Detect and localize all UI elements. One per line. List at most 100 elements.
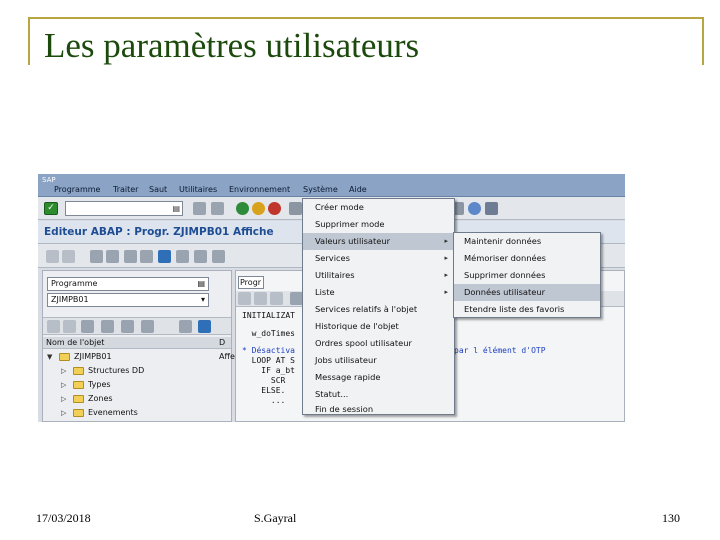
submenu-item-etendre-favoris[interactable]: Etendre liste des favoris	[454, 301, 600, 318]
menu-item-label: Historique de l'objet	[315, 321, 399, 331]
save-icon[interactable]	[193, 202, 206, 215]
menu-item-label: Fin de session	[315, 404, 374, 414]
chevron-right-icon[interactable]: ▷	[61, 409, 66, 417]
exit-icon[interactable]	[252, 202, 265, 215]
navigator-toolbar	[43, 317, 231, 335]
chevron-right-icon[interactable]: ▷	[61, 395, 66, 403]
menu-item-jobs-utilisateur[interactable]: Jobs utilisateur	[303, 352, 454, 369]
menu-item-utilitaires[interactable]: Utilitaires ▸	[303, 267, 454, 284]
menu-item-label: Supprimer mode	[315, 219, 385, 229]
help-icon[interactable]	[468, 202, 481, 215]
tree-node-label: Types	[88, 380, 111, 389]
nav-display-icon[interactable]	[101, 320, 114, 333]
back-green-icon[interactable]	[236, 202, 249, 215]
menu-environnement[interactable]: Environnement	[229, 185, 290, 194]
folder-icon	[59, 353, 70, 361]
tree-node-description: Affe	[219, 352, 235, 361]
tree-node-label: Structures DD	[88, 366, 145, 375]
nav-window-icon[interactable]	[212, 250, 225, 263]
where-used-icon[interactable]	[176, 250, 189, 263]
tree-node-types[interactable]: ▷ Types	[43, 379, 231, 393]
command-field[interactable]: ▤	[65, 201, 183, 216]
menu-programme[interactable]: Programme	[54, 185, 100, 194]
menu-item-label: Utilitaires	[315, 270, 355, 280]
nav-new-icon[interactable]	[179, 320, 192, 333]
menu-item-creer-mode[interactable]: Créer mode	[303, 199, 454, 216]
submenu-item-maintenir-donnees[interactable]: Maintenir données	[454, 233, 600, 250]
dropdown-icon[interactable]: ▤	[197, 278, 205, 290]
chevron-right-icon[interactable]: ▷	[61, 381, 66, 389]
menu-aide[interactable]: Aide	[349, 185, 367, 194]
menu-item-label: Services	[315, 253, 350, 263]
nav-up-icon[interactable]	[81, 320, 94, 333]
cancel-icon[interactable]	[268, 202, 281, 215]
code-line[interactable]: ...	[242, 396, 285, 405]
chevron-down-icon[interactable]: ▾	[201, 294, 205, 306]
sap-logo-icon: SAP	[42, 176, 56, 184]
menu-systeme[interactable]: Système	[303, 185, 338, 194]
menu-item-historique-objet[interactable]: Historique de l'objet	[303, 318, 454, 335]
test-icon[interactable]	[158, 250, 171, 263]
copy-icon[interactable]	[254, 292, 267, 305]
customize-icon[interactable]	[485, 202, 498, 215]
menu-item-valeurs-utilisateur[interactable]: Valeurs utilisateur ▸	[303, 233, 454, 250]
folder-icon	[73, 381, 84, 389]
display-change-icon[interactable]	[90, 250, 103, 263]
menu-traiter[interactable]: Traiter	[113, 185, 138, 194]
menu-item-message-rapide[interactable]: Message rapide	[303, 369, 454, 386]
submenu-arrow-icon: ▸	[444, 237, 448, 245]
code-line[interactable]: ELSE.	[242, 386, 285, 395]
nav-collapse-icon[interactable]	[141, 320, 154, 333]
menu-item-services[interactable]: Services ▸	[303, 250, 454, 267]
chevron-right-icon[interactable]: ▷	[61, 367, 66, 375]
tree-node-zones[interactable]: ▷ Zones	[43, 393, 231, 407]
prev-icon[interactable]	[46, 250, 59, 263]
cut-icon[interactable]	[238, 292, 251, 305]
menu-item-services-objet[interactable]: Services relatifs à l'objet	[303, 301, 454, 318]
code-line[interactable]: w_doTimes	[242, 329, 295, 338]
submenu-item-donnees-utilisateur[interactable]: Données utilisateur	[454, 284, 600, 301]
back-icon[interactable]	[211, 202, 224, 215]
command-history-icon[interactable]: ▤	[172, 204, 180, 213]
code-line[interactable]: SCR	[242, 376, 285, 385]
print-icon[interactable]	[289, 202, 302, 215]
object-type-select[interactable]: Programme ▤	[47, 277, 209, 291]
menu-item-supprimer-mode[interactable]: Supprimer mode	[303, 216, 454, 233]
code-line[interactable]: LOOP AT S	[242, 356, 295, 365]
folder-icon	[73, 409, 84, 417]
active-inactive-icon[interactable]	[106, 250, 119, 263]
object-name-field[interactable]: ZJIMPB01 ▾	[47, 293, 209, 307]
nav-refresh-icon[interactable]	[198, 320, 211, 333]
code-comment-continuation: par l élément d'OTP	[454, 346, 546, 355]
tree-node-label: Zones	[88, 394, 113, 403]
check-icon[interactable]	[124, 250, 137, 263]
code-line[interactable]: IF a_bt	[242, 366, 295, 375]
chevron-down-icon[interactable]: ▼	[47, 353, 52, 361]
activate-icon[interactable]	[140, 250, 153, 263]
sap-screenshot: SAP Programme Traiter Saut Utilitaires E…	[38, 174, 625, 422]
menu-item-liste[interactable]: Liste ▸	[303, 284, 454, 301]
paste-icon[interactable]	[270, 292, 283, 305]
enter-button[interactable]: ✓	[44, 202, 58, 215]
tree-node-structures[interactable]: ▷ Structures DD	[43, 365, 231, 379]
submenu-item-supprimer-donnees[interactable]: Supprimer données	[454, 267, 600, 284]
object-list-icon[interactable]	[194, 250, 207, 263]
code-line[interactable]: INITIALIZAT	[242, 311, 295, 320]
nav-forward-icon[interactable]	[63, 320, 76, 333]
menu-utilitaires[interactable]: Utilitaires	[179, 185, 217, 194]
next-icon[interactable]	[62, 250, 75, 263]
tree-node-program[interactable]: ▼ ZJIMPB01 Affe	[43, 351, 235, 365]
tree-node-label: Evenements	[88, 408, 138, 417]
object-navigator-panel: Programme ▤ ZJIMPB01 ▾ Nom de l'objet D …	[42, 270, 235, 422]
menu-item-label: Valeurs utilisateur	[315, 236, 391, 246]
submenu-item-memoriser-donnees[interactable]: Mémoriser données	[454, 250, 600, 267]
menu-item-fin-session[interactable]: Fin de session	[303, 401, 454, 418]
code-comment-line[interactable]: * Désactiva	[242, 346, 295, 355]
tree-node-events[interactable]: ▷ Evenements	[43, 407, 231, 421]
nav-back-icon[interactable]	[47, 320, 60, 333]
menu-saut[interactable]: Saut	[149, 185, 167, 194]
nav-hierarchy-icon[interactable]	[121, 320, 134, 333]
footer-date: 17/03/2018	[36, 511, 91, 525]
tree-header-description: D	[219, 338, 226, 347]
menu-item-ordres-spool[interactable]: Ordres spool utilisateur	[303, 335, 454, 352]
